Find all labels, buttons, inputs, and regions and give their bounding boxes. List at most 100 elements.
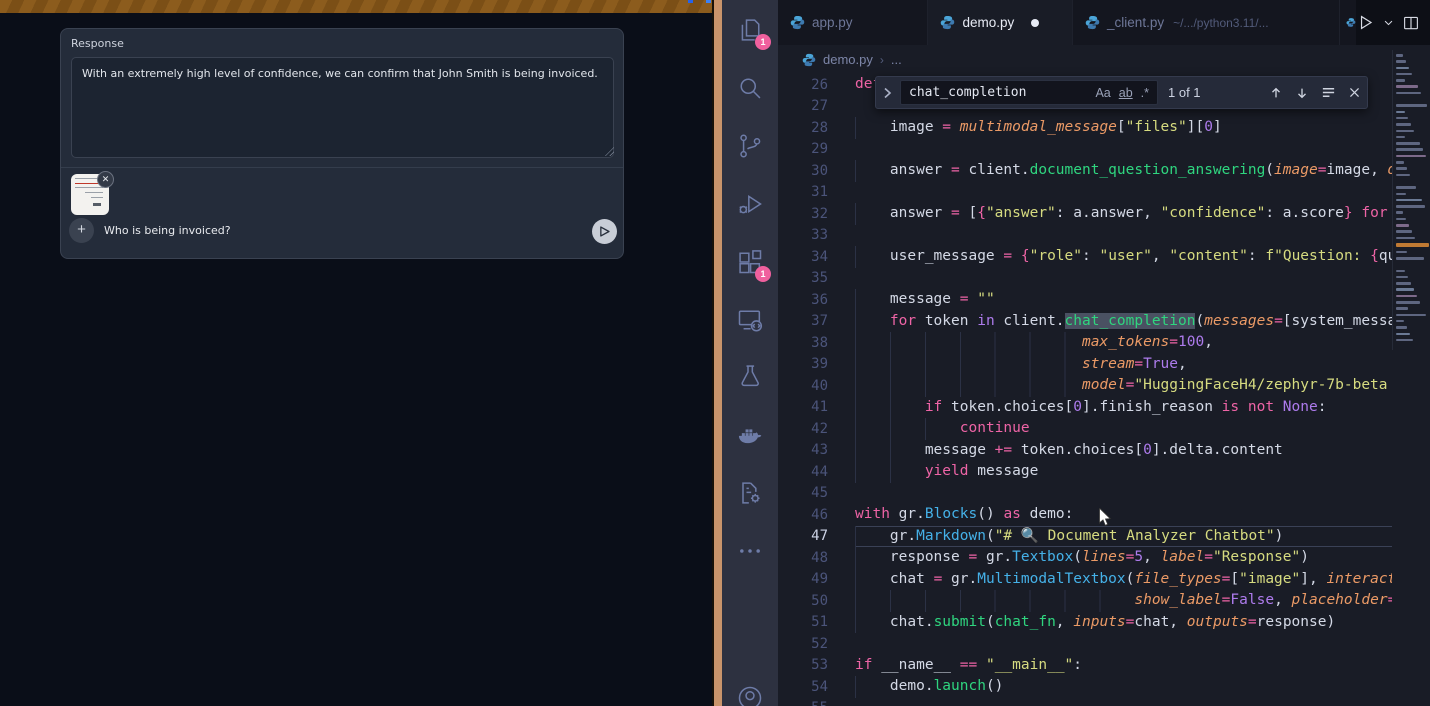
modified-dot[interactable] (1031, 19, 1039, 27)
docker-icon[interactable] (736, 421, 764, 449)
minimap-line (1396, 60, 1406, 63)
minimap-line (1396, 301, 1420, 304)
task-config-icon[interactable] (736, 479, 764, 507)
line-number: 41 (778, 399, 828, 415)
previous-match-button[interactable] (1269, 86, 1283, 100)
code-line: 38max_tokens=100, (778, 332, 1392, 354)
remove-attachment-button[interactable]: ✕ (97, 171, 114, 188)
code-editor[interactable]: 26def chat_fn(multimodal_message):2728im… (778, 74, 1392, 706)
find-widget: Aa ab .* 1 of 1 (875, 76, 1368, 109)
line-number: 30 (778, 163, 828, 179)
line-number: 47 (778, 528, 828, 544)
code-line: 42continue (778, 418, 1392, 440)
add-file-button[interactable]: + (69, 218, 94, 243)
minimap-line (1396, 257, 1424, 260)
minimap[interactable] (1392, 50, 1430, 350)
response-textbox[interactable]: With an extremely high level of confiden… (71, 57, 614, 158)
code-line: 31 (778, 182, 1392, 204)
code-line: 54demo.launch() (778, 676, 1392, 698)
tab-demo-py[interactable]: demo.py (928, 0, 1073, 45)
next-match-button[interactable] (1295, 86, 1309, 100)
minimap-line (1396, 199, 1422, 202)
split-sash[interactable] (712, 0, 722, 706)
explorer-icon[interactable]: 1 (736, 16, 764, 44)
code-line: 32answer = [{"answer": a.answer, "confid… (778, 203, 1392, 225)
sharing-stripe-bar (0, 0, 712, 13)
minimap-line (1396, 142, 1420, 145)
code-line: 36message = "" (778, 289, 1392, 311)
explorer-badge: 1 (755, 34, 771, 50)
find-input-box: Aa ab .* (900, 80, 1158, 105)
minimap-line (1396, 167, 1407, 170)
minimap-line (1396, 230, 1412, 233)
more-ellipsis-icon[interactable] (736, 537, 764, 565)
minimap-line (1396, 174, 1410, 177)
minimap-line (1396, 218, 1406, 221)
testing-beaker-icon[interactable] (736, 362, 764, 390)
minimap-line (1396, 333, 1410, 336)
account-icon[interactable] (736, 684, 764, 706)
tab-app-py[interactable]: app.py (778, 0, 928, 45)
stripe-dot (706, 0, 711, 3)
code-line: 37for token in client.chat_completion(me… (778, 311, 1392, 333)
tab-overflow-sliver[interactable] (1340, 0, 1356, 45)
regex-toggle[interactable]: .* (1137, 86, 1153, 100)
split-editor-button[interactable] (1402, 14, 1420, 32)
find-nav-buttons (1269, 85, 1361, 100)
extensions-icon[interactable]: 1 (736, 248, 764, 276)
code-line: 45 (778, 483, 1392, 505)
minimap-line (1396, 130, 1414, 133)
minimap-line (1396, 123, 1411, 126)
activity-bar: 1 1 (722, 0, 778, 706)
minimap-line (1396, 79, 1405, 82)
remote-explorer-icon[interactable] (736, 306, 764, 334)
chat-message-input[interactable]: Who is being invoiced? (104, 224, 231, 237)
toggle-replace-chevron[interactable] (878, 84, 896, 102)
minimap-line (1396, 54, 1403, 57)
code-line: 49chat = gr.MultimodalTextbox(file_types… (778, 569, 1392, 591)
code-line: 48response = gr.Textbox(lines=5, label="… (778, 547, 1392, 569)
find-input[interactable] (909, 85, 1091, 100)
minimap-line (1396, 276, 1408, 279)
code-line: 35 (778, 268, 1392, 290)
line-number: 38 (778, 335, 828, 351)
minimap-line (1396, 85, 1418, 88)
minimap-line (1396, 136, 1405, 139)
send-button[interactable] (592, 219, 617, 244)
line-number: 52 (778, 636, 828, 652)
line-number: 53 (778, 657, 828, 673)
minimap-line (1396, 148, 1423, 151)
find-in-selection-button[interactable] (1321, 85, 1336, 100)
minimap-line (1396, 161, 1404, 164)
minimap-line (1396, 320, 1404, 323)
run-dropdown-chevron[interactable] (1383, 17, 1394, 28)
send-icon (598, 225, 611, 238)
tab-label: _client.py (1107, 15, 1164, 30)
breadcrumb-symbol[interactable]: ... (891, 52, 902, 67)
whole-word-toggle[interactable]: ab (1115, 86, 1137, 100)
line-number: 39 (778, 356, 828, 372)
breadcrumb-file[interactable]: demo.py (823, 52, 873, 67)
close-find-button[interactable] (1348, 86, 1361, 99)
minimap-line (1396, 270, 1405, 273)
run-button[interactable] (1356, 13, 1375, 32)
run-debug-icon[interactable] (736, 190, 764, 218)
tab-client-py[interactable]: _client.py ~/.../python3.11/... (1073, 0, 1340, 45)
line-number: 54 (778, 679, 828, 695)
code-line: 47gr.Markdown("# 🔍 Document Analyzer Cha… (778, 526, 1392, 548)
match-case-toggle[interactable]: Aa (1091, 86, 1114, 100)
code-line: 53if __name__ == "__main__": (778, 655, 1392, 677)
minimap-line (1396, 339, 1413, 342)
panel-divider (61, 167, 623, 168)
code-line: 39stream=True, (778, 354, 1392, 376)
minimap-line (1396, 111, 1405, 114)
line-number: 50 (778, 593, 828, 609)
line-number: 55 (778, 700, 828, 706)
source-control-icon[interactable] (736, 132, 764, 160)
code-line: 50show_label=False, placeholder= (778, 590, 1392, 612)
minimap-line (1396, 92, 1421, 95)
code-line: 40model="HuggingFaceH4/zephyr-7b-beta (778, 375, 1392, 397)
minimap-line (1396, 67, 1409, 70)
search-icon[interactable] (736, 74, 764, 102)
minimap-line (1396, 282, 1411, 285)
